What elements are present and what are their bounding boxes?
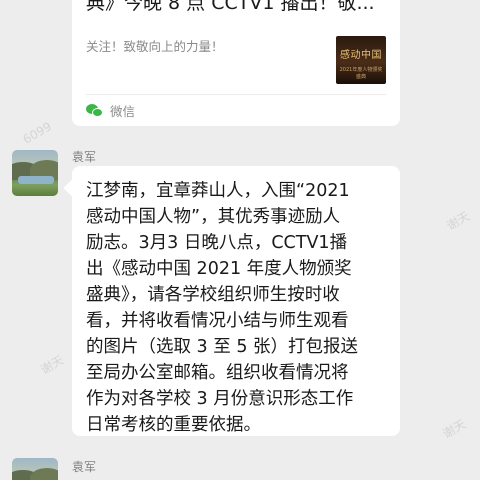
avatar[interactable] (12, 150, 58, 196)
message-line: 作为对各学校 3 月份意识形态工作 (86, 389, 354, 409)
message-line: 日常考核的重要依据。 (86, 415, 261, 435)
thumbnail-subtitle: 2021年度人物颁奖盛典 (339, 67, 383, 80)
card-source: 微信 (86, 101, 135, 120)
watermark-text: 6099 (20, 119, 55, 147)
card-source-label: 微信 (110, 104, 136, 119)
message-bubble[interactable]: 江梦南，宜章莽山人，入围“2021 感动中国人物”，其优秀事迹励人 励志。3月3… (72, 166, 400, 436)
message-line: 感动中国人物”，其优秀事迹励人 (86, 207, 341, 227)
watermark-text: 谢天 (38, 352, 67, 377)
watermark-text: 谢天 (444, 208, 473, 233)
thumbnail-title: 感动中国 (340, 50, 382, 61)
message-line: 看，并将收看情况小结与师生观看 (86, 311, 349, 331)
card-thumbnail: 感动中国 2021年度人物颁奖盛典 (336, 36, 386, 84)
message-line: 出《感动中国 2021 年度人物颁奖 (86, 259, 352, 279)
sender-name: 袁军 (72, 150, 97, 164)
message-line: 盛典》，请各学校组织师生按时收 (86, 285, 340, 305)
message-line: 江梦南，宜章莽山人，入围“2021 (86, 181, 350, 201)
card-title: 典》今晚 8 点 CCTV1 播出！敬... (86, 0, 375, 14)
sender-name: 袁军 (72, 460, 97, 474)
card-divider (86, 94, 386, 95)
watermark-text: 谢天 (440, 416, 469, 441)
message-line: 的图片（选取 3 至 5 张）打包报送 (86, 337, 359, 357)
card-description: 关注！致敬向上的力量！ (86, 39, 224, 54)
wechat-icon (86, 103, 104, 118)
message-line: 励志。3月3 日晚八点，CCTV1播 (86, 233, 348, 253)
avatar[interactable] (12, 458, 58, 480)
message-line: 至局办公室邮箱。组织收看情况将 (86, 363, 349, 383)
shared-article-card[interactable]: 典》今晚 8 点 CCTV1 播出！敬... 关注！致敬向上的力量！ 感动中国 … (72, 0, 400, 126)
